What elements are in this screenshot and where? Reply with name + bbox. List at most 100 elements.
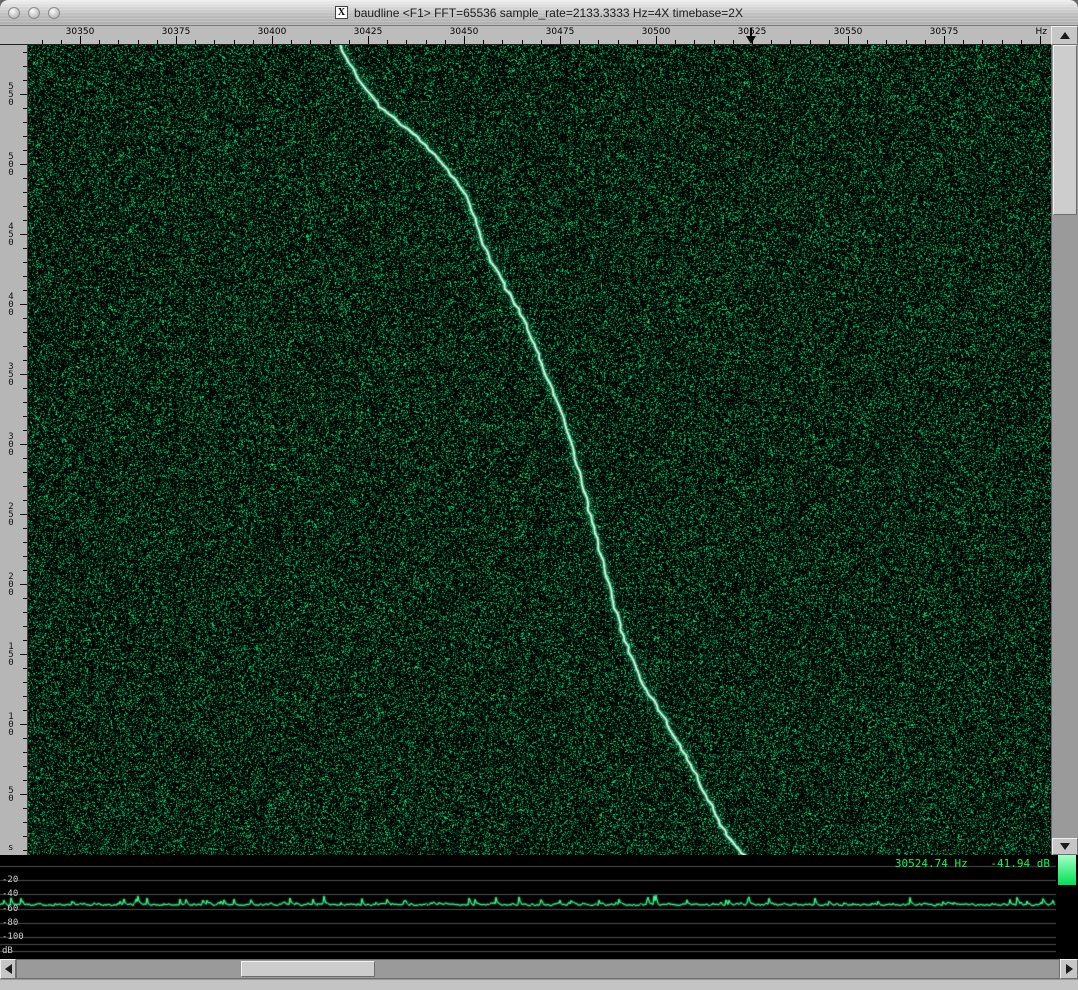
peak-level-meter [1056,855,1078,959]
freq-tick [406,40,408,44]
freq-label: 30525 [737,27,767,37]
time-label: 350 [6,362,16,386]
frequency-ruler[interactable]: Hz 30350 30375 30400 30425 30450 30475 30500 30… [28,26,1051,45]
time-tick [23,626,27,627]
time-tick [23,122,27,123]
time-tick [23,570,27,571]
freq-tick [560,36,561,44]
time-tick [23,290,27,291]
spectrum-display[interactable] [0,855,1056,959]
freq-tick [291,40,293,44]
time-tick [20,584,27,585]
titlebar[interactable]: X baudline <F1> FFT=65536 sample_rate=21… [0,0,1078,26]
time-tick [20,444,27,445]
time-tick [23,52,27,53]
freq-tick [713,40,715,44]
freq-tick [675,40,677,44]
time-tick [20,304,27,305]
time-tick [23,710,27,711]
time-tick [23,150,27,151]
freq-tick [368,36,369,44]
time-tick [23,822,27,823]
time-tick [23,192,27,193]
freq-tick [809,40,811,44]
freq-tick [425,40,427,44]
title-area: X baudline <F1> FFT=65536 sample_rate=21… [335,6,743,20]
time-tick [23,136,27,137]
freq-tick [252,40,254,44]
freq-tick [732,40,734,44]
scroll-left-button[interactable] [0,959,16,979]
time-label: 200 [6,572,16,596]
db-label: -80 [2,917,19,928]
scroll-right-button[interactable] [1060,959,1078,979]
freq-tick [118,40,120,44]
time-tick [23,766,27,767]
time-axis[interactable]: 550 500 450 400 350 300 250 200 150 100 50 s [0,45,28,855]
horizontal-scrollbar[interactable] [16,959,1060,979]
freq-tick [214,40,216,44]
x11-app-icon: X [335,6,349,19]
freq-tick [790,40,792,44]
freq-tick [195,40,197,44]
freq-tick [867,40,869,44]
time-label: 100 [6,712,16,736]
freq-tick [848,36,849,44]
close-button[interactable] [8,7,20,19]
axis-corner [0,26,28,45]
time-tick [23,402,27,403]
time-tick [23,556,27,557]
time-tick [23,276,27,277]
readout-level: -41.94 dB [990,857,1050,870]
time-tick [20,724,27,725]
freq-tick [80,36,81,44]
time-tick [23,458,27,459]
left-arrow-icon [4,964,12,974]
freq-tick [579,40,581,44]
freq-tick [233,40,235,44]
vertical-scrollbar-thumb[interactable] [1053,45,1077,215]
vertical-scrollbar[interactable] [1051,45,1078,855]
minimize-button[interactable] [28,7,40,19]
db-label: -40 [2,889,19,900]
time-tick [23,668,27,669]
window-resize-edge[interactable] [0,979,1078,990]
time-tick [23,836,27,837]
time-tick [23,612,27,613]
freq-tick [540,40,542,44]
freq-label: 30375 [161,27,191,37]
time-tick [20,794,27,795]
freq-tick [156,40,158,44]
time-tick [20,374,27,375]
time-tick [23,346,27,347]
readout-frequency: 30524.74 Hz [894,857,968,870]
time-label: 300 [6,432,16,456]
time-tick [20,234,27,235]
freq-tick [1040,36,1041,44]
time-tick [23,248,27,249]
window-controls [8,0,60,26]
freq-tick [886,40,888,44]
scroll-down-button[interactable] [1052,838,1078,855]
time-unit-label: s [8,843,14,853]
horizontal-scrollbar-thumb[interactable] [241,961,375,977]
spectrogram-display[interactable] [28,45,1051,855]
freq-tick [1001,40,1003,44]
scroll-up-button[interactable] [1051,26,1078,45]
frequency-unit-label: Hz [1035,27,1048,37]
freq-tick [41,40,43,44]
time-label: 250 [6,502,16,526]
freq-tick [329,40,331,44]
db-label: -60 [2,903,19,914]
freq-tick [348,40,350,44]
zoom-button[interactable] [48,7,60,19]
right-arrow-icon [1065,964,1073,974]
time-tick [23,640,27,641]
freq-tick [636,40,638,44]
freq-tick [176,36,177,44]
freq-tick [464,36,465,44]
time-tick [23,682,27,683]
freq-label: 30550 [833,27,863,37]
main-area: 550 500 450 400 350 300 250 200 150 100 50 s [0,45,1078,855]
freq-label: 30500 [641,27,671,37]
